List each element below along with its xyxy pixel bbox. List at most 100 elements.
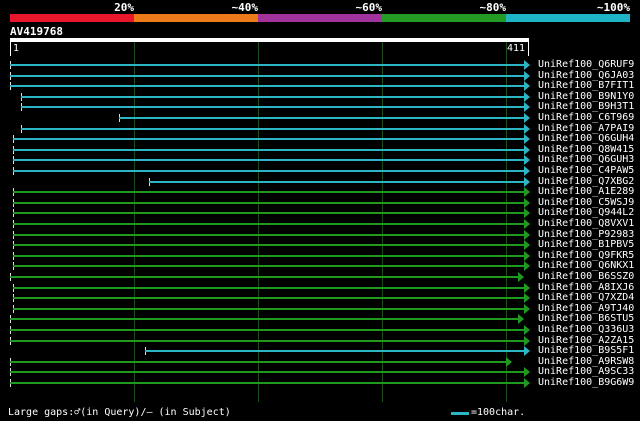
color-band-segment: [10, 14, 134, 22]
hit-end-arrow: [524, 346, 530, 356]
hit-end-arrow: [524, 261, 530, 271]
hit-end-arrow: [524, 177, 530, 187]
hit-end-arrow: [524, 283, 530, 293]
hit-bar[interactable]: [13, 191, 528, 193]
color-band-segment: [134, 14, 258, 22]
hit-bar[interactable]: [13, 149, 528, 151]
hit-end-arrow: [524, 304, 530, 314]
query-id: AV419768: [10, 25, 63, 38]
hit-bar[interactable]: [145, 350, 528, 352]
hit-bar[interactable]: [13, 244, 528, 246]
hit-label[interactable]: UniRef100_B1PBV5: [538, 240, 634, 250]
color-band-segment: [382, 14, 506, 22]
gaps-legend-text: Large gaps:♂(in Query)/– (in Subject): [8, 407, 231, 418]
hit-label[interactable]: UniRef100_B6STU5: [538, 314, 634, 324]
hit-end-arrow: [524, 113, 530, 123]
hit-bar[interactable]: [10, 75, 528, 77]
ruler-start-label: 1: [13, 43, 20, 54]
hit-label[interactable]: UniRef100_Q6GUH4: [538, 134, 634, 144]
hit-bar[interactable]: [10, 340, 528, 342]
ruler-end-label: 411: [507, 43, 526, 54]
hit-label[interactable]: UniRef100_Q6GUH3: [538, 155, 634, 165]
hit-end-arrow: [524, 187, 530, 197]
hit-end-arrow: [524, 71, 530, 81]
hit-bar[interactable]: [10, 371, 528, 373]
hit-bar[interactable]: [13, 223, 528, 225]
hit-label[interactable]: UniRef100_A1E289: [538, 187, 634, 197]
scale-legend-swatch: [451, 412, 469, 415]
percent-label: ~80%: [479, 1, 507, 14]
hit-bar[interactable]: [13, 265, 528, 267]
hit-label[interactable]: UniRef100_Q6RUF9: [538, 60, 634, 70]
hit-end-arrow: [524, 325, 530, 335]
alignment-graphic: 20% ~40% ~60% ~80% ~100% AV419768 1 411 UniR…: [0, 0, 640, 421]
hit-label[interactable]: UniRef100_Q944L2: [538, 208, 634, 218]
hit-bar[interactable]: [119, 117, 528, 119]
hit-bar[interactable]: [13, 212, 528, 214]
hit-bar[interactable]: [13, 308, 528, 310]
hit-bar[interactable]: [13, 159, 528, 161]
query-ruler: [10, 38, 529, 42]
hit-end-arrow: [518, 314, 524, 324]
hit-end-arrow: [524, 378, 530, 388]
hit-label[interactable]: UniRef100_Q8VXV1: [538, 219, 634, 229]
hit-label[interactable]: UniRef100_B7FIT1: [538, 81, 634, 91]
hit-bar[interactable]: [13, 202, 528, 204]
hit-end-arrow: [524, 230, 530, 240]
hit-label[interactable]: UniRef100_C4PAW5: [538, 166, 634, 176]
hit-end-arrow: [524, 293, 530, 303]
hit-bar[interactable]: [13, 234, 528, 236]
percent-label: ~40%: [231, 1, 259, 14]
hit-end-arrow: [524, 336, 530, 346]
hit-bar[interactable]: [13, 170, 528, 172]
hit-end-arrow: [524, 208, 530, 218]
ruler-start-tick: [10, 42, 11, 56]
hit-end-arrow: [518, 272, 524, 282]
scale-legend-label: =100char.: [471, 407, 526, 418]
hit-bar[interactable]: [10, 361, 510, 363]
hit-bar[interactable]: [21, 128, 528, 130]
hit-label[interactable]: UniRef100_A9SC33: [538, 367, 634, 377]
hit-end-arrow: [524, 124, 530, 134]
hit-label[interactable]: UniRef100_B6SSZ0: [538, 272, 634, 282]
hit-bar[interactable]: [13, 138, 528, 140]
hit-end-arrow: [524, 251, 530, 261]
hit-end-arrow: [524, 240, 530, 250]
hit-bar[interactable]: [13, 297, 528, 299]
ruler-end-tick: [528, 42, 529, 56]
hit-bar[interactable]: [13, 287, 528, 289]
hit-bar[interactable]: [10, 276, 522, 278]
percent-label: ~60%: [355, 1, 383, 14]
hit-label[interactable]: UniRef100_Q6NKX1: [538, 261, 634, 271]
hit-bar[interactable]: [149, 181, 528, 183]
hit-bar[interactable]: [10, 64, 528, 66]
hit-bar[interactable]: [10, 85, 528, 87]
hit-bar[interactable]: [10, 382, 528, 384]
hit-label[interactable]: UniRef100_Q7XZD4: [538, 293, 634, 303]
hit-end-arrow: [506, 357, 512, 367]
hit-end-arrow: [524, 92, 530, 102]
hit-label[interactable]: UniRef100_B9G6W9: [538, 378, 634, 388]
hit-end-arrow: [524, 60, 530, 70]
hit-end-arrow: [524, 81, 530, 91]
hit-end-arrow: [524, 219, 530, 229]
hit-end-arrow: [524, 198, 530, 208]
hit-bar[interactable]: [21, 96, 528, 98]
hit-end-arrow: [524, 134, 530, 144]
hit-bar[interactable]: [10, 329, 528, 331]
hit-label[interactable]: UniRef100_Q336U3: [538, 325, 634, 335]
hit-label[interactable]: UniRef100_B9H3T1: [538, 102, 634, 112]
hit-label[interactable]: UniRef100_B9S5F1: [538, 346, 634, 356]
hit-end-arrow: [524, 155, 530, 165]
hit-bar[interactable]: [21, 106, 528, 108]
hit-end-arrow: [524, 102, 530, 112]
color-band-segment: [258, 14, 382, 22]
hit-label[interactable]: UniRef100_C6T969: [538, 113, 634, 123]
color-band-segment: [506, 14, 630, 22]
percent-label: 20%: [114, 1, 134, 14]
hit-end-arrow: [524, 166, 530, 176]
hit-bar[interactable]: [10, 318, 522, 320]
hit-end-arrow: [524, 367, 530, 377]
hit-bar[interactable]: [13, 255, 528, 257]
percent-label: ~100%: [596, 1, 630, 14]
